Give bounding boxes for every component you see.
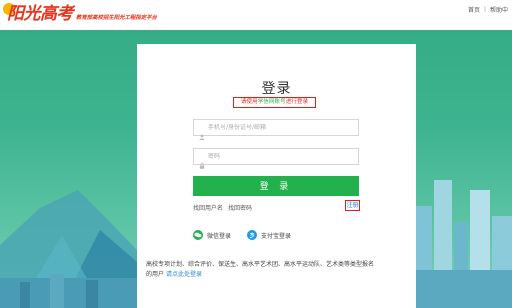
site-logo[interactable]: 阳光高考 教育部高校招生阳光工程指定平台 [3,3,157,25]
note-line-2-prefix: 的用户 [146,271,165,278]
top-nav: 首页 | 帮助中 [468,5,508,14]
site-header: 阳光高考 教育部高校招生阳光工程指定平台 首页 | 帮助中 [0,0,512,30]
login-panel: 登录 请使用学信网账号进行登录 登 录 找回用户名 找回密码 注册 微信登录 支… [137,44,416,308]
nav-separator: | [483,6,486,13]
login-title: 登录 [261,81,292,97]
password-input[interactable] [208,153,348,160]
note-line-1: 高校专项计划、综合评价、保送生、高水平艺术团、高水平运动队、艺术类等类型报名 [146,261,375,268]
notice-suffix: 进行登录 [285,99,309,105]
alipay-login[interactable]: 支付宝登录 [247,230,291,240]
password-field [193,148,359,169]
alipay-icon [247,230,257,240]
nav-help-link[interactable]: 帮助中 [490,5,508,14]
logo-subtitle: 教育部高校招生阳光工程指定平台 [76,15,157,21]
user-icon [199,125,205,140]
login-notice: 请使用学信网账号进行登录 [233,97,316,108]
wechat-icon [193,230,203,240]
recovery-links: 找回用户名 找回密码 [193,203,252,212]
login-button[interactable]: 登 录 [193,176,359,196]
username-input[interactable] [208,124,348,131]
lock-icon [199,154,205,169]
notice-highlight: 学信网账号 [257,99,286,105]
special-login-link[interactable]: 请点此处登录 [166,271,202,278]
wechat-login-label: 微信登录 [207,232,232,240]
username-field [193,119,359,140]
wechat-login[interactable]: 微信登录 [193,230,231,240]
alipay-login-label: 支付宝登录 [261,232,292,240]
notice-prefix: 请使用 [240,99,258,105]
special-admission-note: 高校专项计划、综合评价、保送生、高水平艺术团、高水平运动队、艺术类等类型报名 的… [146,260,410,280]
nav-home-link[interactable]: 首页 [468,5,480,14]
recover-username-link[interactable]: 找回用户名 [193,203,223,212]
recover-password-link[interactable]: 找回密码 [228,203,252,212]
register-link[interactable]: 注册 [345,200,360,211]
logo-title: 阳光高考 [7,4,74,24]
